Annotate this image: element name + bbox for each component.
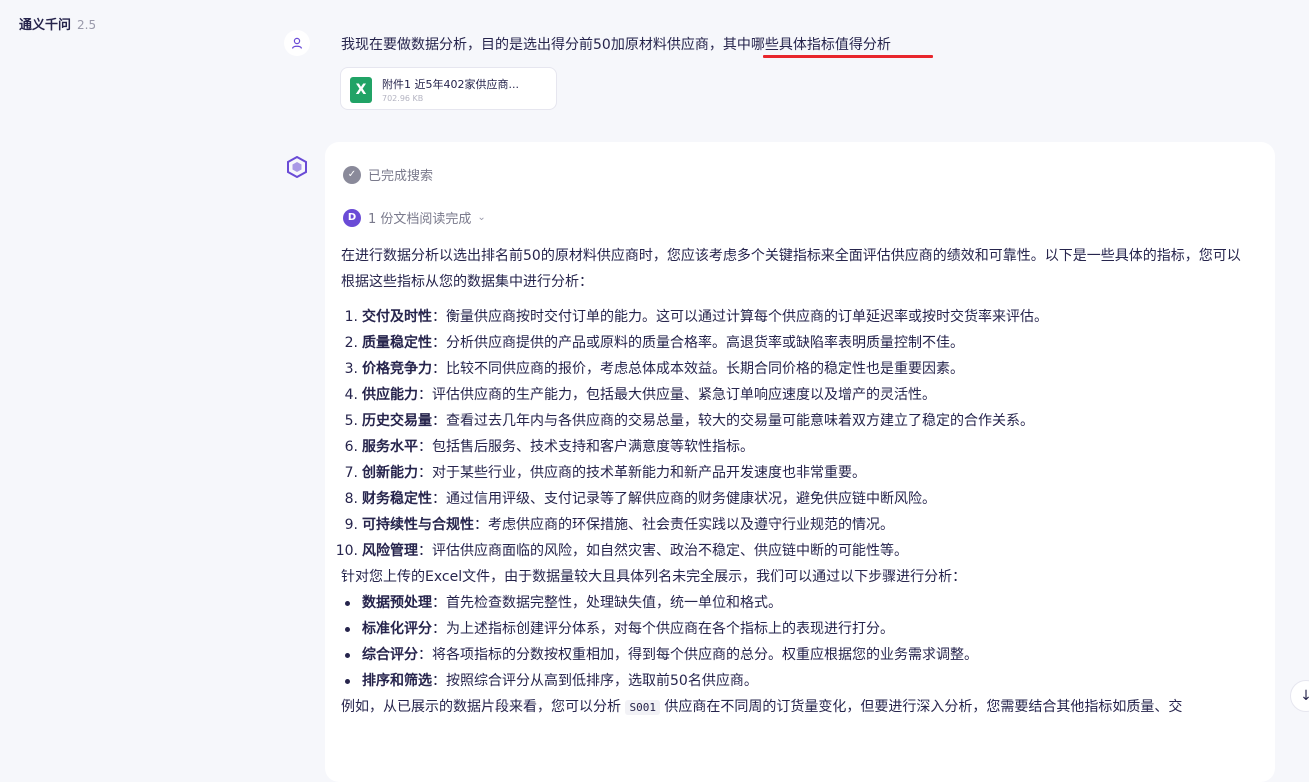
step-title: 综合评分 xyxy=(362,647,418,663)
excel-icon: X xyxy=(350,77,372,103)
metric-number: 4. xyxy=(344,387,358,403)
user-icon xyxy=(291,37,303,49)
metric-title: 历史交易量 xyxy=(362,413,432,429)
metric-title: 价格竞争力 xyxy=(362,361,432,377)
metric-desc: ：包括售后服务、技术支持和客户满意度等软性指标。 xyxy=(418,439,754,455)
step-item: 排序和筛选：按照综合评分从高到低排序，选取前50名供应商。 xyxy=(341,668,1251,694)
attachment-card[interactable]: X 附件1 近5年402家供应商... 702.96 KB xyxy=(340,67,557,110)
metric-title: 风险管理 xyxy=(362,543,418,559)
scroll-down-button[interactable]: ↓ xyxy=(1290,680,1309,712)
metric-desc: ：对于某些行业，供应商的技术革新能力和新产品开发速度也非常重要。 xyxy=(418,465,866,481)
metric-number: 6. xyxy=(344,439,358,455)
attachment-size: 702.96 KB xyxy=(382,94,424,103)
metric-number: 2. xyxy=(344,335,358,351)
step-desc: ：按照综合评分从高到低排序，选取前50名供应商。 xyxy=(432,673,758,689)
metric-desc: ：评估供应商的生产能力，包括最大供应量、紧急订单响应速度以及增产的灵活性。 xyxy=(418,387,936,403)
metric-number: 10. xyxy=(335,543,358,559)
doc-status-text: 1 份文档阅读完成 xyxy=(368,212,472,227)
document-icon: D xyxy=(343,208,361,227)
metric-title: 服务水平 xyxy=(362,439,418,455)
metric-number: 1. xyxy=(344,309,358,325)
step-title: 数据预处理 xyxy=(362,595,432,611)
metric-number: 7. xyxy=(344,465,358,481)
step-desc: ：首先检查数据完整性，处理缺失值，统一单位和格式。 xyxy=(432,595,782,611)
metric-desc: ：通过信用评级、支付记录等了解供应商的财务健康状况，避免供应链中断风险。 xyxy=(432,491,936,507)
metric-item: 3. 价格竞争力：比较不同供应商的报价，考虑总体成本效益。长期合同价格的稳定性也是… xyxy=(341,356,1251,382)
search-done-icon: ✓ xyxy=(343,165,361,184)
step-item: 综合评分：将各项指标的分数按权重相加，得到每个供应商的总分。权重应根据您的业务需… xyxy=(341,642,1251,668)
metric-title: 质量稳定性 xyxy=(362,335,432,351)
answer-intro: 在进行数据分析以选出排名前50的原材料供应商时，您应该考虑多个关键指标来全面评估… xyxy=(341,248,1241,290)
metric-item: 8. 财务稳定性：通过信用评级、支付记录等了解供应商的财务健康状况，避免供应链中断… xyxy=(341,486,1251,512)
app-brand[interactable]: 通义千问 2.5 xyxy=(19,14,96,33)
metric-desc: ：分析供应商提供的产品或原料的质量合格率。高退货率或缺陷率表明质量控制不佳。 xyxy=(432,335,964,351)
metric-item: 5. 历史交易量：查看过去几年内与各供应商的交易总量，较大的交易量可能意味着双方建… xyxy=(341,408,1251,434)
user-avatar xyxy=(284,30,310,56)
steps-list: 数据预处理：首先检查数据完整性，处理缺失值，统一单位和格式。 标准化评分：为上述指… xyxy=(341,590,1251,694)
step-desc: ：将各项指标的分数按权重相加，得到每个供应商的总分。权重应根据您的业务需求调整。 xyxy=(418,647,978,663)
answer-para2: 针对您上传的Excel文件，由于数据量较大且具体列名未完全展示，我们可以通过以下… xyxy=(341,569,967,585)
step-item: 标准化评分：为上述指标创建评分体系，对每个供应商在各个指标上的表现进行打分。 xyxy=(341,616,1251,642)
arrow-down-icon: ↓ xyxy=(1300,688,1309,704)
metric-number: 3. xyxy=(344,361,358,377)
metric-number: 8. xyxy=(344,491,358,507)
metric-item: 2. 质量稳定性：分析供应商提供的产品或原料的质量合格率。高退货率或缺陷率表明质量… xyxy=(341,330,1251,356)
inline-code: S001 xyxy=(625,700,660,715)
qwen-logo-icon xyxy=(287,156,307,178)
metric-desc: ：衡量供应商按时交付订单的能力。这可以通过计算每个供应商的订单延迟率或按时交货率… xyxy=(432,309,1048,325)
user-message-highlight: 其中哪些具体指标值得分析 xyxy=(722,37,891,53)
chevron-down-icon[interactable]: ⌄ xyxy=(477,212,485,223)
metric-item: 9. 可持续性与合规性：考虑供应商的环保措施、社会责任实践以及遵守行业规范的情况。 xyxy=(341,512,1251,538)
metric-title: 创新能力 xyxy=(362,465,418,481)
user-message: 我现在要做数据分析，目的是选出得分前50加原材料供应商，其中哪些具体指标值得分析 xyxy=(341,34,891,54)
metric-number: 9. xyxy=(344,517,358,533)
attachment-name: 附件1 近5年402家供应商... xyxy=(382,78,519,91)
user-message-text: 我现在要做数据分析，目的是选出得分前50加原材料供应商， xyxy=(341,37,723,53)
red-underline-annotation xyxy=(763,55,933,58)
metric-item: 4. 供应能力：评估供应商的生产能力，包括最大供应量、紧急订单响应速度以及增产的灵… xyxy=(341,382,1251,408)
metric-title: 可持续性与合规性 xyxy=(362,517,474,533)
metric-item: 10. 风险管理：评估供应商面临的风险，如自然灾害、政治不稳定、供应链中断的可能性… xyxy=(336,538,1251,564)
metrics-list: 1. 交付及时性：衡量供应商按时交付订单的能力。这可以通过计算每个供应商的订单延迟… xyxy=(336,304,1251,564)
app-name: 通义千问 xyxy=(19,18,72,33)
metric-item: 6. 服务水平：包括售后服务、技术支持和客户满意度等软性指标。 xyxy=(341,434,1251,460)
search-status[interactable]: ✓ 已完成搜索 xyxy=(343,165,433,184)
metric-item: 1. 交付及时性：衡量供应商按时交付订单的能力。这可以通过计算每个供应商的订单延迟… xyxy=(341,304,1251,330)
step-title: 标准化评分 xyxy=(362,621,432,637)
assistant-answer: 在进行数据分析以选出排名前50的原材料供应商时，您应该考虑多个关键指标来全面评估… xyxy=(336,243,1251,721)
step-item: 数据预处理：首先检查数据完整性，处理缺失值，统一单位和格式。 xyxy=(341,590,1251,616)
answer-final: 例如，从已展示的数据片段来看，您可以分析 S001 供应商在不同周的订货量变化，… xyxy=(341,694,1251,721)
step-title: 排序和筛选 xyxy=(362,673,432,689)
metric-title: 财务稳定性 xyxy=(362,491,432,507)
assistant-avatar xyxy=(284,154,310,180)
final-text-after: 供应商在不同周的订货量变化，但要进行深入分析，您需要结合其他指标如质量、交 xyxy=(664,699,1183,715)
metric-desc: ：评估供应商面临的风险，如自然灾害、政治不稳定、供应链中断的可能性等。 xyxy=(418,543,908,559)
metric-title: 交付及时性 xyxy=(362,309,432,325)
final-text-before: 例如，从已展示的数据片段来看，您可以分析 xyxy=(341,699,621,715)
metric-item: 7. 创新能力：对于某些行业，供应商的技术革新能力和新产品开发速度也非常重要。 xyxy=(341,460,1251,486)
search-status-text: 已完成搜索 xyxy=(368,169,434,184)
metric-number: 5. xyxy=(344,413,358,429)
metric-desc: ：比较不同供应商的报价，考虑总体成本效益。长期合同价格的稳定性也是重要因素。 xyxy=(432,361,964,377)
doc-status[interactable]: D 1 份文档阅读完成 ⌄ xyxy=(343,208,486,227)
metric-desc: ：查看过去几年内与各供应商的交易总量，较大的交易量可能意味着双方建立了稳定的合作… xyxy=(432,413,1034,429)
step-desc: ：为上述指标创建评分体系，对每个供应商在各个指标上的表现进行打分。 xyxy=(432,621,894,637)
metric-desc: ：考虑供应商的环保措施、社会责任实践以及遵守行业规范的情况。 xyxy=(474,517,894,533)
app-version: 2.5 xyxy=(77,18,97,32)
metric-title: 供应能力 xyxy=(362,387,418,403)
